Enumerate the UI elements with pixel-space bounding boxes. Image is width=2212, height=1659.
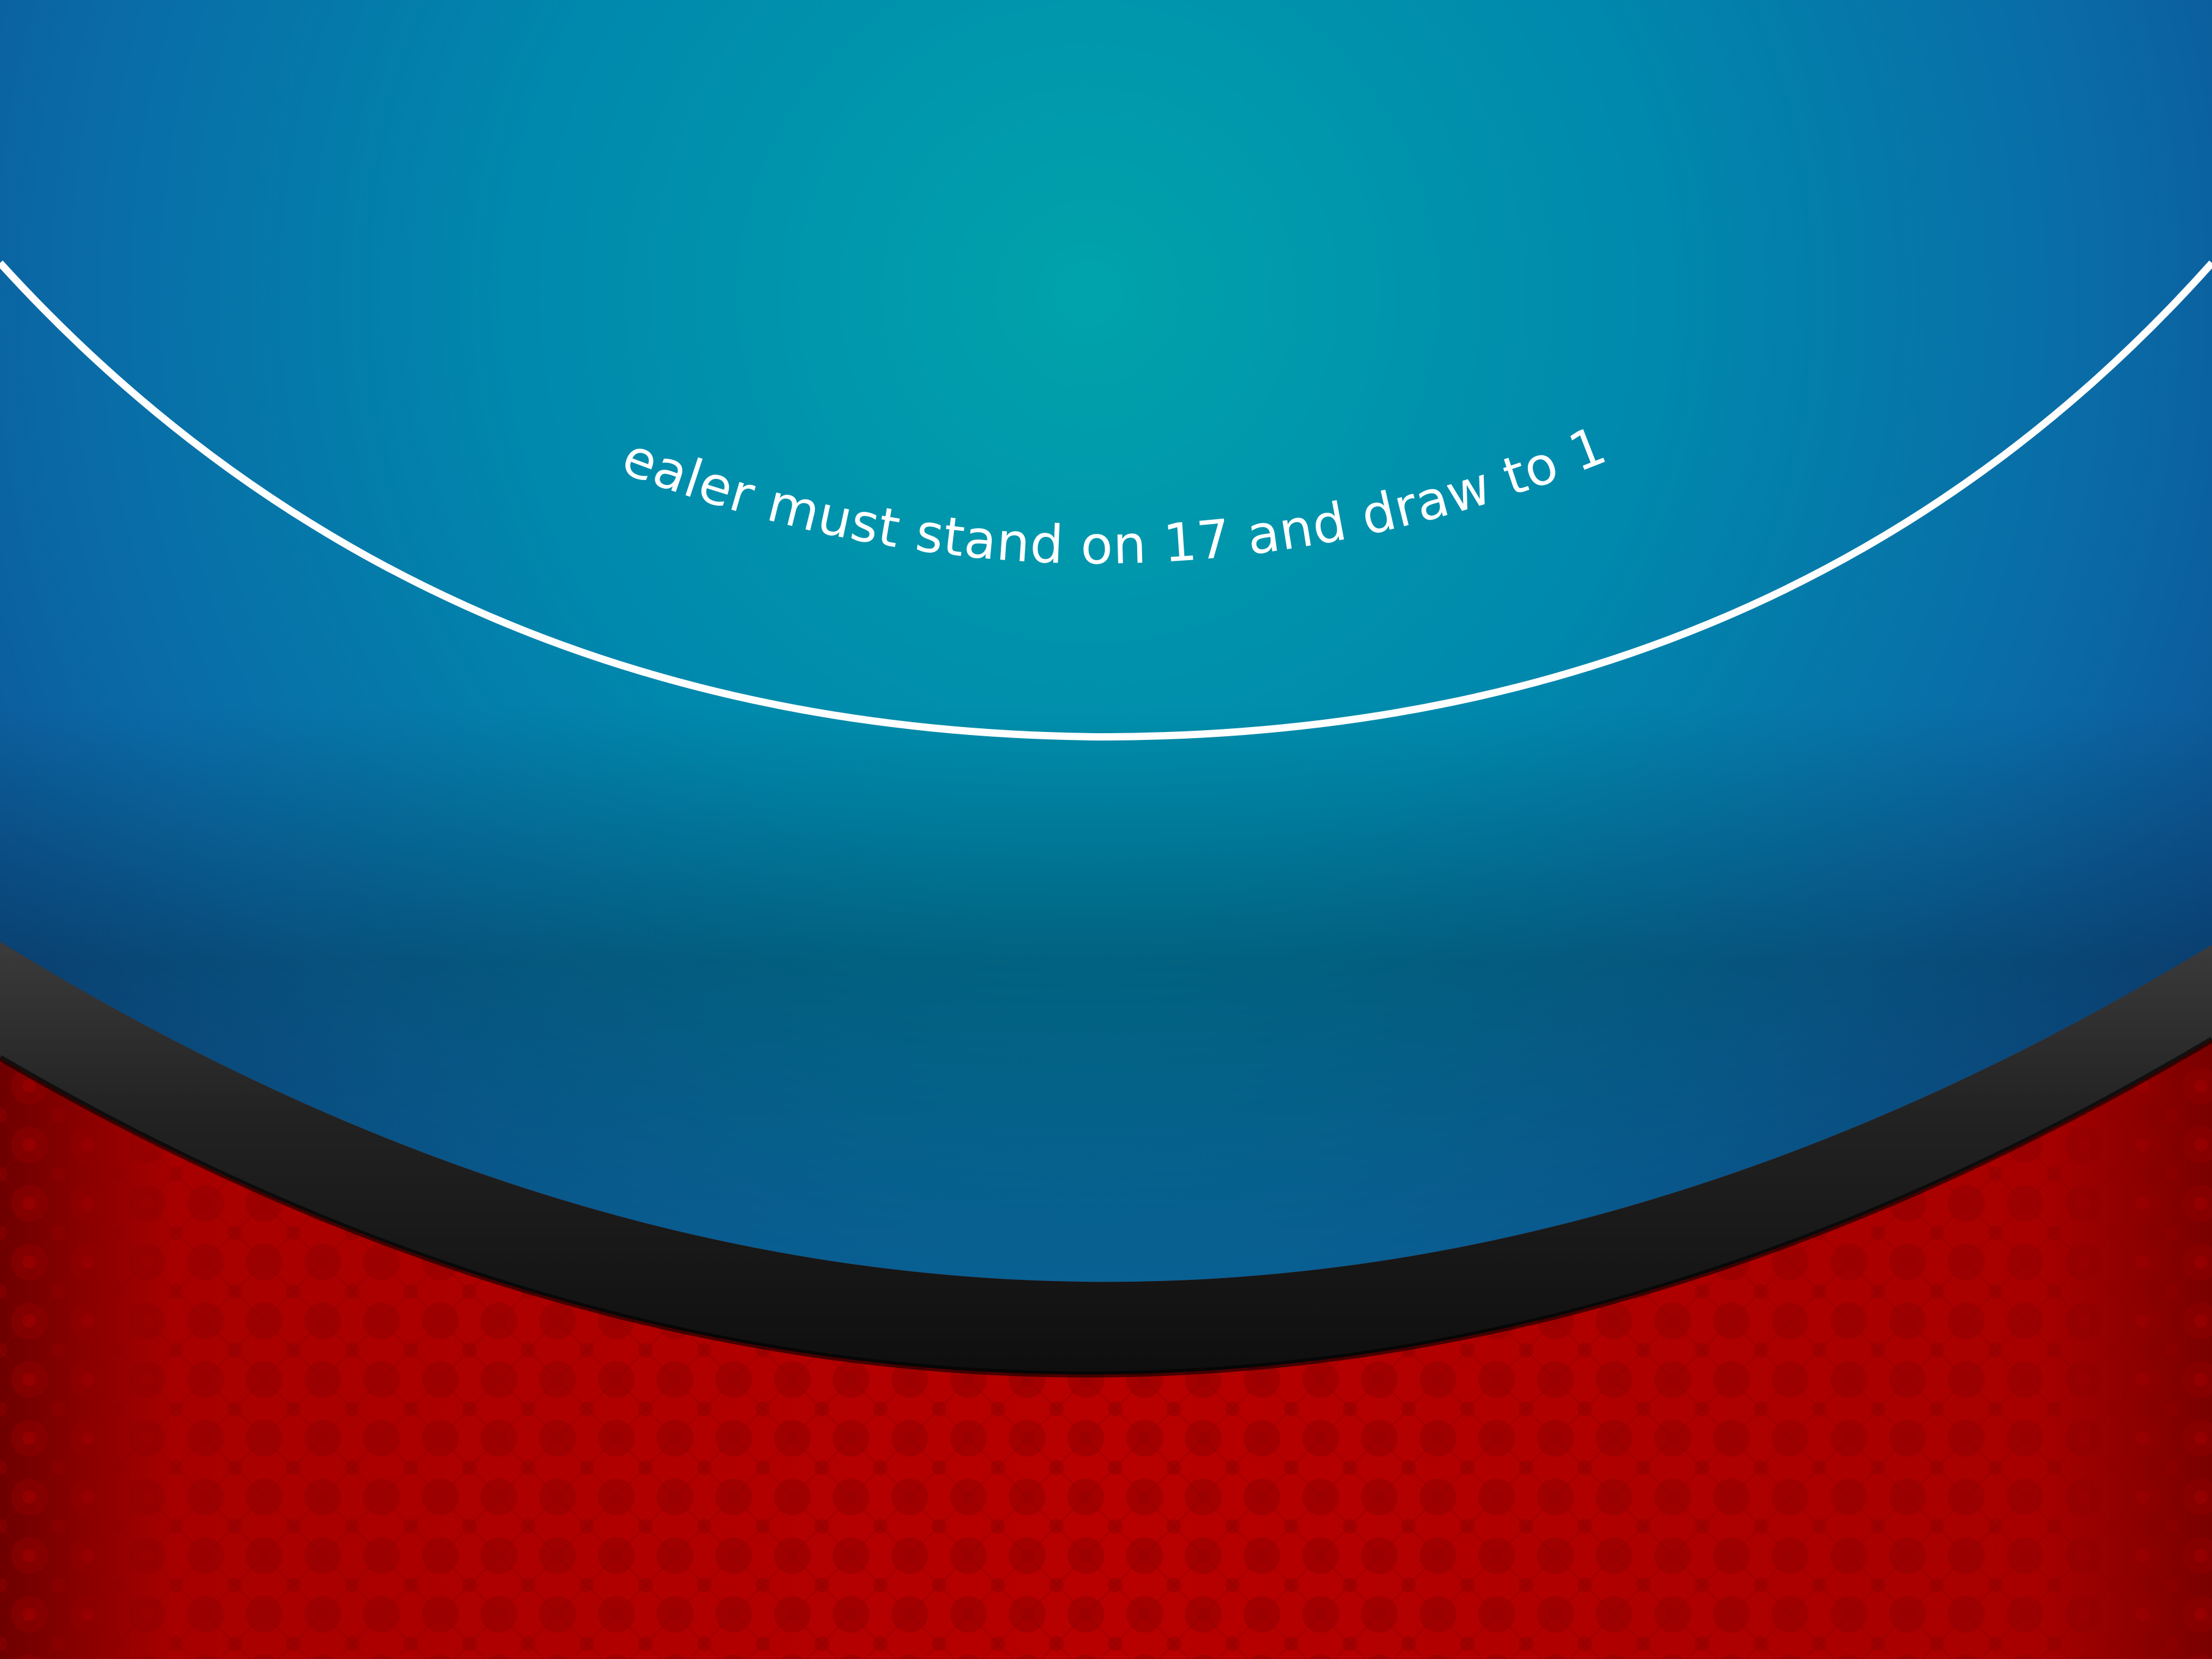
blackjack-table: Dealer must stand on 17 and draw to 16 <box>0 0 2212 1659</box>
table-graphic: Dealer must stand on 17 and draw to 16 <box>0 0 2212 1659</box>
